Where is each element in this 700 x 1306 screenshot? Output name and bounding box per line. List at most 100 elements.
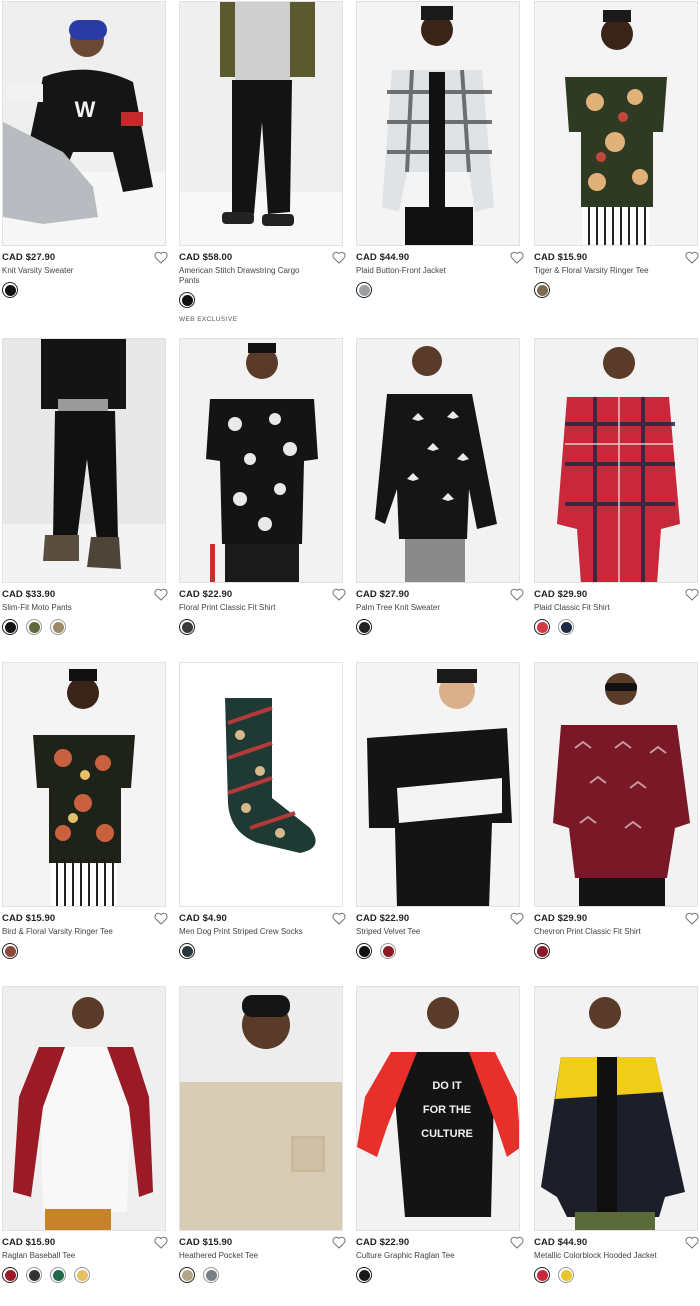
product-name[interactable]: Men Dog Print Striped Crew Socks (179, 927, 319, 937)
color-swatch[interactable] (2, 1267, 18, 1283)
color-swatch[interactable] (534, 282, 550, 298)
product-image[interactable] (534, 986, 698, 1231)
product-image[interactable] (179, 1, 343, 246)
heart-outline-icon[interactable] (332, 1236, 346, 1249)
color-swatch[interactable] (179, 943, 195, 959)
color-swatch[interactable] (356, 943, 372, 959)
heart-outline-icon[interactable] (154, 588, 168, 601)
product-card-1[interactable]: W CAD $27.90 Knit Varsity Sweater (0, 0, 168, 338)
color-swatch[interactable] (534, 1267, 550, 1283)
color-swatch[interactable] (534, 619, 550, 635)
product-card-2[interactable]: CAD $58.00 American Stitch Drawstring Ca… (178, 0, 346, 338)
product-card-8[interactable]: CAD $29.90 Plaid Classic Fit Shirt (534, 338, 699, 662)
product-name[interactable]: Metallic Colorblock Hooded Jacket (534, 1251, 674, 1261)
product-price: CAD $44.90 (534, 1237, 588, 1248)
heart-outline-icon[interactable] (332, 588, 346, 601)
product-image[interactable]: DO IT FOR THE CULTURE (356, 986, 520, 1231)
swatch-color (205, 1269, 217, 1281)
product-image[interactable] (179, 662, 343, 907)
product-photo (357, 2, 519, 245)
swatch-color (560, 1269, 572, 1281)
product-price: CAD $4.90 (179, 913, 227, 924)
product-image[interactable] (2, 662, 166, 907)
product-card-14[interactable]: CAD $15.90 Heathered Pocket Tee (178, 986, 346, 1302)
product-image[interactable] (2, 338, 166, 583)
heart-outline-icon[interactable] (685, 1236, 699, 1249)
product-card-12[interactable]: CAD $29.90 Chevron Print Classic Fit Shi… (534, 662, 699, 986)
product-name[interactable]: Raglan Baseball Tee (2, 1251, 142, 1261)
product-name[interactable]: Palm Tree Knit Sweater (356, 603, 496, 613)
color-swatch[interactable] (2, 943, 18, 959)
color-swatch[interactable] (558, 1267, 574, 1283)
product-card-10[interactable]: CAD $4.90 Men Dog Print Striped Crew Soc… (178, 662, 346, 986)
color-swatch[interactable] (356, 1267, 372, 1283)
product-image[interactable] (534, 338, 698, 583)
color-swatch[interactable] (179, 619, 195, 635)
product-card-16[interactable]: CAD $44.90 Metallic Colorblock Hooded Ja… (534, 986, 699, 1302)
color-swatch[interactable] (179, 292, 195, 308)
color-swatch[interactable] (203, 1267, 219, 1283)
heart-outline-icon[interactable] (154, 912, 168, 925)
swatch-color (358, 945, 370, 957)
color-swatch[interactable] (50, 619, 66, 635)
product-info: CAD $29.90 Chevron Print Classic Fit Shi… (534, 912, 699, 973)
swatch-color (382, 945, 394, 957)
product-grid: W CAD $27.90 Knit Varsity Sweater CAD $5… (0, 0, 700, 1306)
color-swatch[interactable] (26, 1267, 42, 1283)
product-name[interactable]: Culture Graphic Raglan Tee (356, 1251, 496, 1261)
color-swatch[interactable] (2, 282, 18, 298)
heart-outline-icon[interactable] (510, 251, 524, 264)
product-image[interactable] (356, 338, 520, 583)
product-card-13[interactable]: CAD $15.90 Raglan Baseball Tee (0, 986, 168, 1302)
heart-outline-icon[interactable] (510, 1236, 524, 1249)
product-image[interactable] (356, 662, 520, 907)
product-card-11[interactable]: CAD $22.90 Striped Velvet Tee (356, 662, 524, 986)
heart-outline-icon[interactable] (685, 588, 699, 601)
heart-outline-icon[interactable] (510, 912, 524, 925)
color-swatch[interactable] (558, 619, 574, 635)
product-card-5[interactable]: CAD $33.90 Slim-Fit Moto Pants (0, 338, 168, 662)
color-swatch[interactable] (50, 1267, 66, 1283)
product-name[interactable]: Chevron Print Classic Fit Shirt (534, 927, 674, 937)
product-card-7[interactable]: CAD $27.90 Palm Tree Knit Sweater (356, 338, 524, 662)
product-name[interactable]: Plaid Button-Front Jacket (356, 266, 496, 276)
product-name[interactable]: Slim-Fit Moto Pants (2, 603, 142, 613)
product-image[interactable] (534, 662, 698, 907)
product-name[interactable]: Floral Print Classic Fit Shirt (179, 603, 319, 613)
product-info: CAD $44.90 Plaid Button-Front Jacket (356, 251, 524, 312)
product-image[interactable] (179, 986, 343, 1231)
product-card-6[interactable]: CAD $22.90 Floral Print Classic Fit Shir… (178, 338, 346, 662)
product-image[interactable]: W (2, 1, 166, 246)
product-card-15[interactable]: DO IT FOR THE CULTURE CAD $22.90 Culture… (356, 986, 524, 1302)
product-card-4[interactable]: CAD $15.90 Tiger & Floral Varsity Ringer… (534, 0, 699, 338)
heart-outline-icon[interactable] (154, 1236, 168, 1249)
color-swatch[interactable] (26, 619, 42, 635)
product-card-9[interactable]: CAD $15.90 Bird & Floral Varsity Ringer … (0, 662, 168, 986)
product-image[interactable] (2, 986, 166, 1231)
heart-outline-icon[interactable] (154, 251, 168, 264)
product-name[interactable]: American Stitch Drawstring Cargo Pants (179, 266, 319, 286)
product-name[interactable]: Heathered Pocket Tee (179, 1251, 319, 1261)
color-swatch[interactable] (534, 943, 550, 959)
color-swatch[interactable] (356, 619, 372, 635)
product-image[interactable] (179, 338, 343, 583)
heart-outline-icon[interactable] (332, 251, 346, 264)
heart-outline-icon[interactable] (685, 251, 699, 264)
product-name[interactable]: Striped Velvet Tee (356, 927, 496, 937)
product-image[interactable] (534, 1, 698, 246)
product-name[interactable]: Knit Varsity Sweater (2, 266, 142, 276)
color-swatch[interactable] (356, 282, 372, 298)
product-image[interactable] (356, 1, 520, 246)
heart-outline-icon[interactable] (332, 912, 346, 925)
color-swatch[interactable] (380, 943, 396, 959)
color-swatch[interactable] (179, 1267, 195, 1283)
product-name[interactable]: Tiger & Floral Varsity Ringer Tee (534, 266, 674, 276)
color-swatch[interactable] (2, 619, 18, 635)
color-swatch[interactable] (74, 1267, 90, 1283)
heart-outline-icon[interactable] (685, 912, 699, 925)
product-photo: DO IT FOR THE CULTURE (357, 987, 519, 1230)
product-name[interactable]: Plaid Classic Fit Shirt (534, 603, 674, 613)
product-card-3[interactable]: CAD $44.90 Plaid Button-Front Jacket (356, 0, 524, 338)
heart-outline-icon[interactable] (510, 588, 524, 601)
product-name[interactable]: Bird & Floral Varsity Ringer Tee (2, 927, 142, 937)
